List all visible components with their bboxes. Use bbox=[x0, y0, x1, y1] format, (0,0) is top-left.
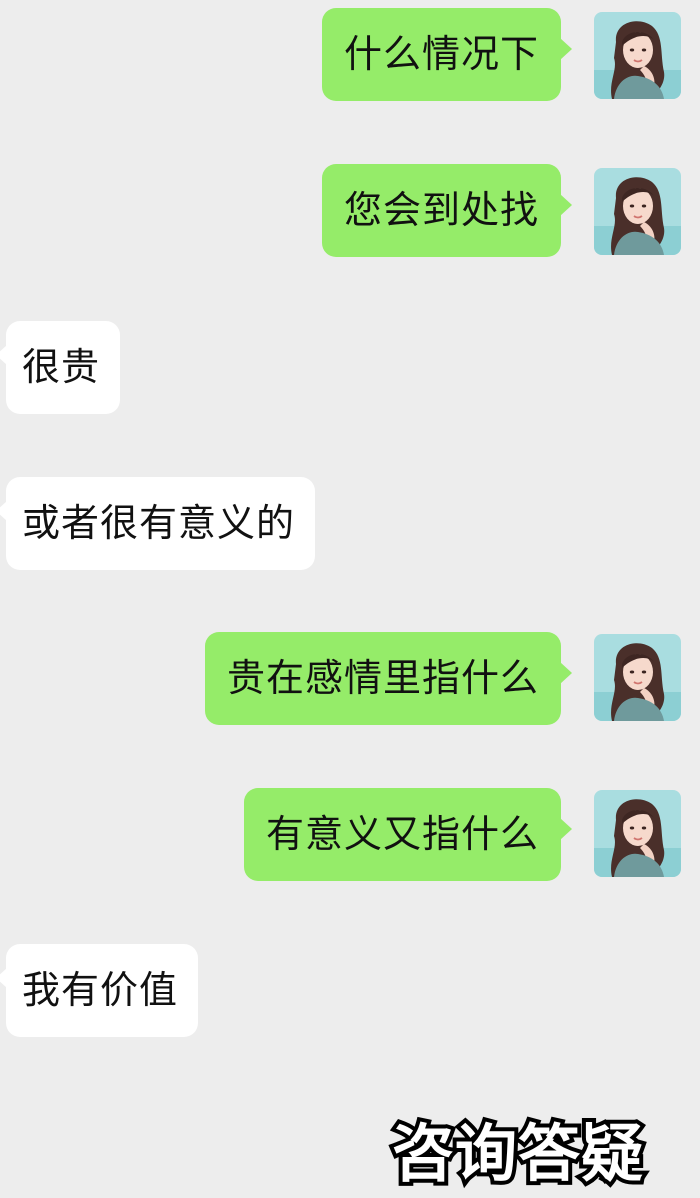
incoming-message-bubble[interactable]: 很贵 bbox=[0, 321, 121, 414]
message-row-outgoing: 什么情况下 bbox=[0, 8, 700, 108]
message-row-outgoing: 您会到处找 bbox=[0, 164, 700, 264]
outgoing-message-bubble[interactable]: 您会到处找 bbox=[321, 164, 573, 257]
outgoing-message-bubble[interactable]: 有意义又指什么 bbox=[243, 788, 573, 881]
incoming-message-bubble[interactable]: 或者很有意义的 bbox=[0, 477, 316, 570]
message-row-incoming: 或者很有意义的 bbox=[0, 477, 700, 577]
avatar-icon[interactable] bbox=[594, 12, 681, 99]
message-row-incoming: 我有价值 bbox=[0, 944, 700, 1044]
incoming-message-bubble[interactable]: 我有价值 bbox=[0, 944, 199, 1037]
message-row-outgoing: 贵在感情里指什么 bbox=[0, 632, 700, 732]
chat-thread: 什么情况下 您会到处找 很贵 或者很有意义的 贵在感情里指什么 有意义又指什么 … bbox=[0, 0, 700, 1198]
video-caption: 咨询答疑 bbox=[388, 1113, 647, 1194]
outgoing-message-bubble[interactable]: 什么情况下 bbox=[321, 8, 573, 101]
message-row-incoming: 很贵 bbox=[0, 321, 700, 421]
avatar-icon[interactable] bbox=[594, 790, 681, 877]
outgoing-message-bubble[interactable]: 贵在感情里指什么 bbox=[204, 632, 573, 725]
message-row-outgoing: 有意义又指什么 bbox=[0, 788, 700, 888]
avatar-icon[interactable] bbox=[594, 634, 681, 721]
avatar-icon[interactable] bbox=[594, 168, 681, 255]
